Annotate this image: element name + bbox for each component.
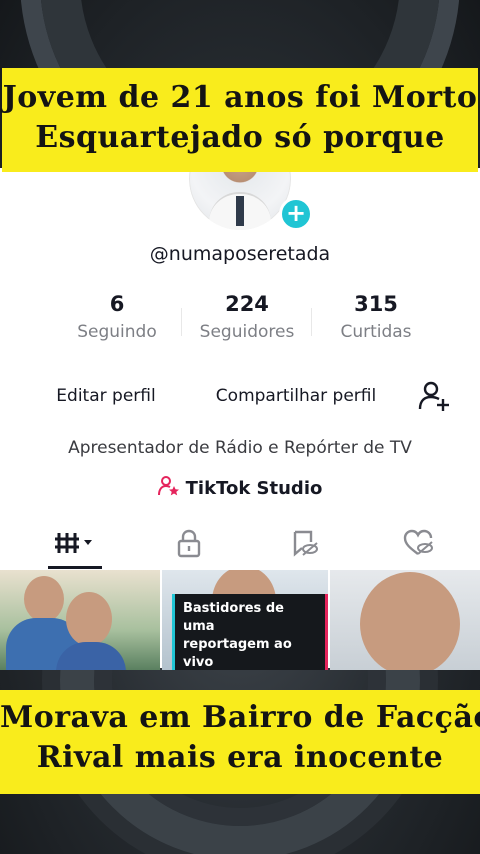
add-user-button[interactable] [410, 374, 458, 418]
stat-following[interactable]: 6 Seguindo [47, 292, 187, 342]
tab-liked[interactable] [369, 518, 469, 568]
studio-icon [157, 475, 180, 502]
lock-icon [177, 529, 201, 558]
video-caption-line1: Bastidores de uma [183, 601, 284, 634]
caption-top-line2: Esquartejado só porque [35, 120, 445, 155]
grid-icon [55, 533, 92, 553]
caption-top-line1: Jovem de 21 anos foi Morto [2, 80, 478, 115]
stat-likes-label: Curtidas [340, 322, 412, 342]
tab-private[interactable] [139, 518, 239, 568]
share-profile-button[interactable]: Compartilhar perfil [196, 374, 396, 418]
stat-likes-value: 315 [354, 292, 398, 316]
person-face [360, 572, 460, 670]
stat-following-label: Seguindo [77, 322, 157, 342]
profile-stats: 6 Seguindo 224 Seguidores 315 Curtidas [0, 292, 480, 352]
liked-hidden-icon [403, 529, 433, 555]
person-face [66, 592, 112, 646]
plus-icon[interactable]: + [279, 197, 313, 231]
tab-reposts[interactable] [255, 518, 355, 568]
tiktok-studio-link[interactable]: TikTok Studio [0, 475, 480, 502]
video-thumbnail[interactable]: Bastidores de uma reportagem ao vivo [162, 570, 328, 670]
edit-profile-button[interactable]: Editar perfil [36, 374, 176, 418]
active-tab-indicator [48, 566, 102, 569]
username: @numaposeretada [149, 243, 331, 265]
caption-bottom-line2: Rival mais era inocente [36, 740, 444, 775]
stat-followers-label: Seguidores [199, 322, 295, 342]
caption-banner-bottom: Morava em Bairro de Facção Rival mais er… [0, 690, 480, 794]
tab-videos[interactable] [25, 518, 125, 568]
stat-following-value: 6 [109, 292, 125, 316]
video-thumbnail[interactable] [330, 570, 480, 670]
repost-hidden-icon [293, 530, 318, 557]
caption-banner-top: Jovem de 21 anos foi Morto Esquartejado … [2, 68, 478, 172]
caption-bottom-line1: Morava em Bairro de Facção [0, 700, 480, 735]
tiktok-studio-label: TikTok Studio [185, 478, 323, 499]
content-tabs [0, 518, 480, 569]
profile-bio: Apresentador de Rádio e Repórter de TV [68, 438, 412, 458]
avatar-tie [236, 196, 244, 226]
video-caption-line2: reportagem ao vivo [183, 637, 292, 670]
add-user-icon [418, 381, 449, 411]
stat-likes[interactable]: 315 Curtidas [306, 292, 446, 342]
video-caption: Bastidores de uma reportagem ao vivo [172, 594, 328, 670]
video-thumbnail[interactable] [0, 570, 160, 670]
person-face [24, 576, 64, 622]
stat-followers[interactable]: 224 Seguidores [177, 292, 317, 342]
stat-followers-value: 224 [225, 292, 269, 316]
video-grid: Bastidores de uma reportagem ao vivo [0, 570, 480, 670]
